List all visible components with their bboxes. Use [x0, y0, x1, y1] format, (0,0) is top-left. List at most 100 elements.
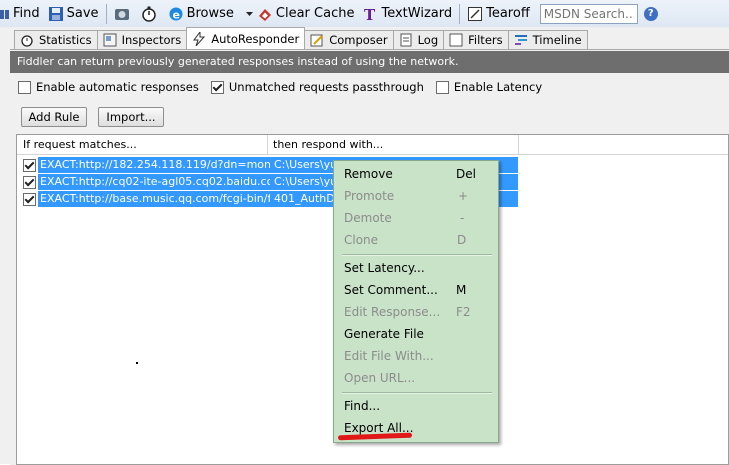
svg-text:T: T [364, 6, 376, 22]
menu-item-edit-response[interactable]: Edit Response... F2 [344, 302, 484, 322]
rule-checkbox[interactable] [23, 175, 36, 189]
option-label: Enable Latency [453, 80, 543, 94]
textwizard-label: TextWizard [381, 6, 453, 21]
menu-item-generate-file[interactable]: Generate File [344, 324, 484, 344]
dropdown-arrow-icon [245, 6, 254, 22]
menu-label: Demote [344, 211, 392, 225]
tab-log[interactable]: Log [392, 30, 445, 49]
unmatched-passthrough-checkbox[interactable]: Unmatched requests passthrough [210, 80, 424, 94]
svg-text:e: e [172, 8, 179, 21]
checkbox-box[interactable] [435, 80, 449, 94]
menu-item-remove[interactable]: Remove Del [344, 164, 484, 184]
binoculars-icon [0, 6, 10, 22]
rule-checkbox[interactable] [23, 192, 36, 206]
column-divider[interactable] [267, 135, 268, 154]
menu-shortcut: - [460, 211, 465, 225]
tearoff-label: Tearoff [486, 6, 530, 21]
context-menu: Remove Del Promote + Demote - Clone D Se… [333, 160, 499, 443]
tab-label: Log [417, 33, 439, 47]
tab-label: Composer [329, 33, 388, 47]
tab-label: Timeline [532, 33, 582, 47]
msdn-search-input[interactable] [539, 3, 638, 24]
menu-label: Edit File With... [344, 349, 434, 363]
menu-item-open-url[interactable]: Open URL... [344, 368, 484, 388]
toolbar: Find Save e Browse Clear Cache T TextWiz… [0, 0, 729, 28]
menu-item-promote[interactable]: Promote + [344, 186, 484, 206]
menu-item-demote[interactable]: Demote - [344, 208, 484, 228]
stopwatch-icon [141, 6, 157, 22]
menu-label: Find... [344, 399, 381, 413]
menu-separator [342, 392, 492, 394]
menu-label: Edit Response... [344, 305, 441, 319]
tab-label: Inspectors [121, 33, 182, 47]
rule-row[interactable]: EXACT:http://base.music.qq.com/fcgi-bin/… [23, 191, 518, 207]
tab-label: AutoResponder [211, 31, 300, 46]
rule-match: EXACT:http://base.music.qq.com/fcgi-bin/… [40, 192, 270, 205]
find-label: Find [13, 6, 40, 21]
menu-shortcut: D [457, 233, 467, 247]
mouse-cursor-dot [136, 362, 138, 364]
menu-item-find[interactable]: Find... [344, 396, 484, 416]
inspect-icon [103, 33, 117, 47]
rules-list-header: If request matches... then respond with.… [17, 135, 728, 155]
help-icon[interactable]: ? [643, 6, 658, 21]
tab-filters[interactable]: Filters [443, 30, 509, 49]
menu-shortcut: Del [456, 167, 476, 181]
import-button[interactable]: Import... [98, 107, 164, 127]
toolbar-separator [105, 3, 107, 24]
pencil-icon [310, 33, 324, 47]
rule-checkbox[interactable] [23, 158, 36, 172]
clear-cache-button[interactable]: Clear Cache [238, 3, 359, 25]
column-header-respond[interactable]: then respond with... [273, 138, 383, 151]
lightning-icon [192, 30, 206, 46]
tearoff-button[interactable]: Tearoff [463, 3, 534, 25]
menu-item-set-comment[interactable]: Set Comment... M [344, 280, 484, 300]
rule-row[interactable]: EXACT:http://182.254.118.119/d?dn=monit.… [23, 157, 518, 173]
menu-item-set-latency[interactable]: Set Latency... [344, 258, 484, 278]
save-button[interactable]: Save [44, 3, 103, 25]
tab-inspectors[interactable]: Inspectors [96, 30, 188, 49]
options-row: Enable automatic responses Unmatched req… [18, 80, 554, 94]
add-rule-button[interactable]: Add Rule [21, 107, 87, 127]
camera-icon [114, 6, 130, 22]
find-button[interactable]: Find [0, 3, 44, 25]
menu-item-edit-file-with[interactable]: Edit File With... [344, 346, 484, 366]
enable-automatic-responses-checkbox[interactable]: Enable automatic responses [18, 80, 199, 94]
enable-latency-checkbox[interactable]: Enable Latency [435, 80, 543, 94]
screenshot-button[interactable] [110, 3, 137, 25]
column-header-match[interactable]: If request matches... [23, 138, 137, 151]
menu-label: Open URL... [344, 371, 416, 385]
menu-label: Set Comment... [344, 283, 438, 297]
textwizard-button[interactable]: T TextWizard [358, 3, 456, 25]
menu-item-clone[interactable]: Clone D [344, 230, 484, 250]
browse-button[interactable]: e Browse [164, 3, 238, 25]
checkbox-box[interactable] [18, 80, 31, 94]
tab-label: Statistics [39, 33, 92, 47]
rule-match: EXACT:http://cq02-ite-agl05.cq02.baidu.c… [40, 175, 270, 188]
timer-button[interactable] [137, 3, 164, 25]
tab-timeline[interactable]: Timeline [507, 30, 588, 49]
checkbox-box[interactable] [210, 80, 224, 94]
floppy-icon [48, 6, 64, 22]
filter-icon [449, 33, 463, 47]
info-banner: Fiddler can return previously generated … [10, 51, 729, 73]
rule-match: EXACT:http://182.254.118.119/d?dn=monit.… [40, 158, 270, 171]
menu-shortcut: M [456, 283, 467, 297]
ie-browser-icon: e [168, 6, 184, 22]
stopwatch-icon [20, 33, 34, 47]
tab-statistics[interactable]: Statistics [14, 30, 98, 49]
tab-composer[interactable]: Composer [304, 30, 394, 49]
clear-cache-icon [257, 6, 273, 22]
tab-autoresponder[interactable]: AutoResponder [186, 27, 306, 49]
clear-cache-label: Clear Cache [275, 6, 355, 21]
option-label: Enable automatic responses [36, 80, 199, 94]
menu-shortcut: F2 [456, 305, 471, 319]
menu-shortcut: + [458, 189, 469, 203]
menu-label: Generate File [344, 327, 424, 341]
rule-row[interactable]: EXACT:http://cq02-ite-agl05.cq02.baidu.c… [23, 174, 518, 190]
tab-strip: Statistics Inspectors AutoResponder Comp… [10, 27, 729, 49]
menu-label: Set Latency... [344, 261, 425, 275]
menu-label: Remove [344, 167, 393, 181]
textwizard-icon: T [362, 6, 378, 24]
column-divider[interactable] [518, 135, 519, 154]
